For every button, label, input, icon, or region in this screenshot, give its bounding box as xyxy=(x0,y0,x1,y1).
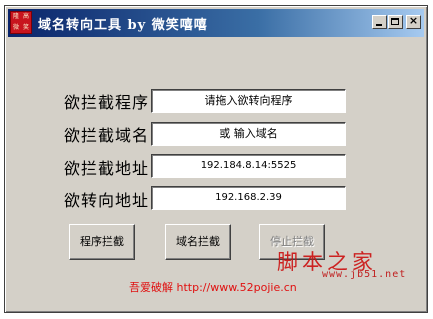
maximize-icon xyxy=(391,18,399,25)
window-title: 域名转向工具 by 微笑嘻嘻 xyxy=(38,18,208,33)
intercept-program-field[interactable]: 请拖入欲转向程序 xyxy=(151,89,346,113)
redirect-address-field[interactable]: 192.168.2.39 xyxy=(151,186,346,210)
intercept-domain-field[interactable]: 或 输入域名 xyxy=(151,122,346,146)
intercept-address-label: 欲拦截地址 xyxy=(64,159,150,178)
close-button[interactable]: × xyxy=(406,14,421,29)
close-icon: × xyxy=(408,14,419,27)
app-icon-glyph: 微 xyxy=(12,23,19,31)
intercept-domain-label: 欲拦截域名 xyxy=(64,126,150,145)
maximize-button[interactable] xyxy=(388,15,403,29)
title-bar[interactable]: 隆 高 微 笑 域名转向工具 by 微笑嘻嘻 × xyxy=(8,9,424,37)
app-window: 隆 高 微 笑 域名转向工具 by 微笑嘻嘻 × 欲拦截程序 请拖入欲转向程序 … xyxy=(4,5,428,313)
footer-link[interactable]: 吾爱破解 http://www.52pojie.cn xyxy=(129,279,297,295)
app-icon-glyph: 隆 xyxy=(12,13,19,20)
intercept-program-label: 欲拦截程序 xyxy=(64,93,150,112)
domain-intercept-button[interactable]: 域名拦截 xyxy=(165,224,231,260)
app-icon-glyph: 笑 xyxy=(22,23,29,31)
window-controls: × xyxy=(372,14,421,29)
program-intercept-button[interactable]: 程序拦截 xyxy=(69,224,135,260)
minimize-button[interactable] xyxy=(372,15,387,29)
minimize-icon xyxy=(376,24,382,26)
app-icon-glyph: 高 xyxy=(22,13,29,20)
redirect-address-label: 欲转向地址 xyxy=(64,191,150,210)
app-seal-icon: 隆 高 微 笑 xyxy=(10,11,32,34)
watermark-url: www.jb51.net xyxy=(322,269,407,280)
intercept-address-field[interactable]: 192.184.8.14:5525 xyxy=(151,154,346,178)
